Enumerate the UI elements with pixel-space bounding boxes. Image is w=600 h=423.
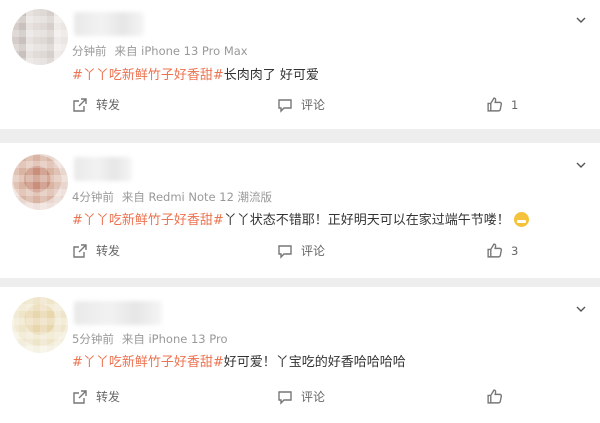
comment-card: 分钟前 来自 iPhone 13 Pro Max #丫丫吃新鲜竹子好香甜#长肉肉了… <box>0 0 600 129</box>
share-button[interactable]: 转发 <box>72 388 120 405</box>
comment-button[interactable]: 评论 <box>277 96 325 113</box>
comment-label: 评论 <box>301 98 326 112</box>
action-bar: 转发 评论 3 <box>0 242 600 262</box>
chevron-down-icon[interactable] <box>576 299 586 312</box>
comment-label: 评论 <box>301 244 326 258</box>
share-icon <box>72 389 88 405</box>
comment-text: #丫丫吃新鲜竹子好香甜#好可爱！丫宝吃的好香哈哈哈哈 <box>72 351 406 370</box>
hashtag-link[interactable]: #丫丫吃新鲜竹子好香甜# <box>72 68 224 83</box>
comment-text: #丫丫吃新鲜竹子好香甜#丫丫状态不错耶！正好明天可以在家过端午节喽！ <box>72 209 529 228</box>
chevron-down-icon[interactable] <box>576 10 586 23</box>
hashtag-link[interactable]: #丫丫吃新鲜竹子好香甜# <box>72 213 224 228</box>
comment-icon <box>277 97 293 113</box>
chevron-down-icon[interactable] <box>576 155 586 168</box>
like-count: 1 <box>511 97 519 112</box>
share-button[interactable]: 转发 <box>72 96 120 113</box>
comment-body: 丫丫状态不错耶！正好明天可以在家过端午节喽！ <box>223 213 510 228</box>
comment-device: 来自 iPhone 13 Pro Max <box>114 44 248 58</box>
share-icon <box>72 97 88 113</box>
share-icon <box>72 243 88 259</box>
username-blurred[interactable] <box>74 12 144 36</box>
comment-button[interactable]: 评论 <box>277 242 325 259</box>
share-label: 转发 <box>96 98 121 112</box>
comment-icon <box>277 389 293 405</box>
comment-text: #丫丫吃新鲜竹子好香甜#长肉肉了 好可爱 <box>72 64 319 83</box>
comment-device: 来自 Redmi Note 12 潮流版 <box>121 190 273 204</box>
comment-card: 4分钟前 来自 Redmi Note 12 潮流版 #丫丫吃新鲜竹子好香甜#丫丫状… <box>0 143 600 278</box>
grin-emoji-icon <box>513 212 529 227</box>
comment-label: 评论 <box>301 390 326 404</box>
share-button[interactable]: 转发 <box>72 242 120 259</box>
avatar[interactable] <box>12 154 68 210</box>
comment-time: 分钟前 <box>72 44 107 58</box>
comment-body: 好可爱！丫宝吃的好香哈哈哈哈 <box>223 355 406 370</box>
action-bar: 转发 评论 1 <box>0 96 600 116</box>
comment-feed: 分钟前 来自 iPhone 13 Pro Max #丫丫吃新鲜竹子好香甜#长肉肉了… <box>0 0 600 423</box>
username-blurred[interactable] <box>74 157 132 181</box>
thumbs-up-icon <box>486 388 503 405</box>
comment-meta: 4分钟前 来自 Redmi Note 12 潮流版 <box>72 189 272 205</box>
like-button[interactable]: 3 <box>486 242 518 259</box>
thumbs-up-icon <box>486 242 503 259</box>
comment-button[interactable]: 评论 <box>277 388 325 405</box>
hashtag-link[interactable]: #丫丫吃新鲜竹子好香甜# <box>72 355 224 370</box>
comment-meta: 分钟前 来自 iPhone 13 Pro Max <box>72 43 248 59</box>
comment-time: 5分钟前 <box>72 332 114 346</box>
comment-time: 4分钟前 <box>72 190 114 204</box>
comment-icon <box>277 243 293 259</box>
username-blurred[interactable] <box>74 301 162 325</box>
like-count: 3 <box>511 243 519 258</box>
comment-device: 来自 iPhone 13 Pro <box>121 332 228 346</box>
action-bar: 转发 评论 <box>0 388 600 408</box>
avatar[interactable] <box>12 297 68 353</box>
share-label: 转发 <box>96 390 121 404</box>
like-button[interactable] <box>486 388 511 405</box>
share-label: 转发 <box>96 244 121 258</box>
comment-card: 5分钟前 来自 iPhone 13 Pro #丫丫吃新鲜竹子好香甜#好可爱！丫宝吃… <box>0 287 600 423</box>
like-button[interactable]: 1 <box>486 96 518 113</box>
comment-meta: 5分钟前 来自 iPhone 13 Pro <box>72 331 228 347</box>
comment-body: 长肉肉了 好可爱 <box>223 68 319 83</box>
thumbs-up-icon <box>486 96 503 113</box>
avatar[interactable] <box>12 9 68 65</box>
